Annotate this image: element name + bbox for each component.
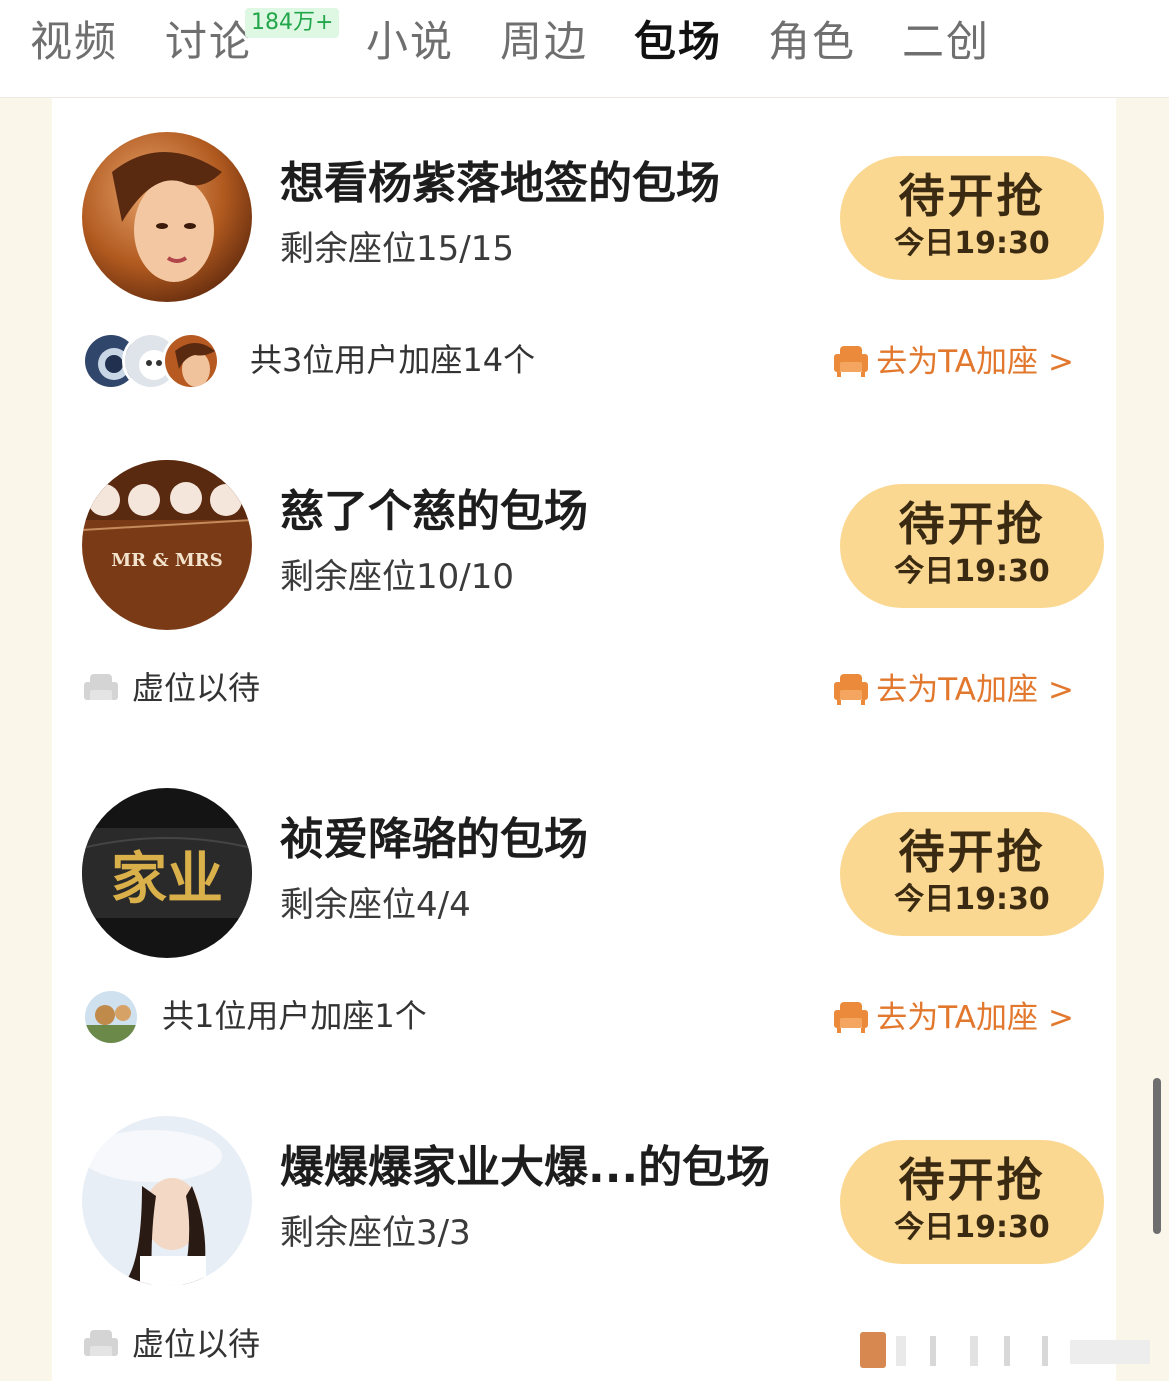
item-footer: 共1位用户加座1个 去为TA加座 > <box>82 984 1092 1054</box>
screening-list: 想看杨紫落地签的包场 剩余座位15/15 待开抢 今日19:30 共3位用户加座… <box>52 98 1116 1381</box>
screening-title: 爆爆爆家业大爆...的包场 <box>280 1142 771 1193</box>
chevron-right-icon: > <box>1048 1000 1074 1036</box>
seat-add-summary: 虚位以待 <box>132 669 261 707</box>
add-seat-label: 去为TA加座 <box>876 344 1039 380</box>
grab-seat-button[interactable]: 待开抢 今日19:30 <box>840 484 1104 608</box>
partial-add-seat-link <box>860 1332 1150 1368</box>
add-seat-label: 去为TA加座 <box>876 672 1039 708</box>
add-seat-link[interactable]: 去为TA加座 > <box>832 668 1074 712</box>
screening-title: 慈了个慈的包场 <box>280 486 588 537</box>
grab-seat-button[interactable]: 待开抢 今日19:30 <box>840 1140 1104 1264</box>
sofa-icon <box>834 346 869 377</box>
tab-novel[interactable]: 小说 <box>366 14 454 70</box>
start-time-label: 今日19:30 <box>894 226 1050 261</box>
remaining-seats: 剩余座位4/4 <box>280 885 471 925</box>
host-avatar[interactable] <box>82 132 252 302</box>
remaining-seats: 剩余座位10/10 <box>280 557 514 597</box>
add-seat-label: 去为TA加座 <box>876 1000 1039 1036</box>
sofa-icon <box>84 674 118 700</box>
start-time-label: 今日19:30 <box>894 882 1050 917</box>
scrollbar-thumb[interactable] <box>1153 1078 1161 1234</box>
grab-status-label: 待开抢 <box>898 497 1046 551</box>
tab-fan-creations[interactable]: 二创 <box>902 14 990 70</box>
list-item[interactable]: MR & MRS 慈了个慈的包场 剩余座位10/10 待开抢 今日19:30 虚… <box>52 426 1116 754</box>
host-avatar[interactable]: MR & MRS <box>82 460 252 630</box>
remaining-seats: 剩余座位15/15 <box>280 229 514 269</box>
seat-add-summary: 共1位用户加座1个 <box>162 997 427 1035</box>
tab-discussion[interactable]: 讨论 <box>165 14 253 70</box>
grab-status-label: 待开抢 <box>898 169 1046 223</box>
seat-add-summary: 共3位用户加座14个 <box>250 341 536 379</box>
grab-status-label: 待开抢 <box>898 825 1046 879</box>
tab-video[interactable]: 视频 <box>30 14 118 70</box>
start-time-label: 今日19:30 <box>894 554 1050 589</box>
grab-seat-button[interactable]: 待开抢 今日19:30 <box>840 156 1104 280</box>
chevron-right-icon: > <box>1048 672 1074 708</box>
list-item[interactable]: 家业 祯爱降骆的包场 剩余座位4/4 待开抢 今日19:30 共1位用户加座1个… <box>52 754 1116 1082</box>
avatar <box>82 988 140 1046</box>
item-footer: 共3位用户加座14个 去为TA加座 > <box>82 328 1092 398</box>
sofa-icon <box>834 1002 869 1033</box>
screening-title: 想看杨紫落地签的包场 <box>280 158 720 209</box>
category-tab-bar: 视频 讨论 184万+ 小说 周边 包场 角色 二创 <box>0 0 1169 98</box>
add-seat-link[interactable]: 去为TA加座 > <box>832 996 1074 1040</box>
add-seat-link[interactable]: 去为TA加座 > <box>832 340 1074 384</box>
remaining-seats: 剩余座位3/3 <box>280 1213 471 1253</box>
sofa-icon <box>84 1330 118 1356</box>
tab-characters[interactable]: 角色 <box>768 14 856 70</box>
discussion-count-badge: 184万+ <box>245 8 340 38</box>
avatar-caption: MR & MRS <box>111 550 223 571</box>
seat-add-summary: 虚位以待 <box>132 1325 261 1363</box>
grab-seat-button[interactable]: 待开抢 今日19:30 <box>840 812 1104 936</box>
list-item[interactable]: 想看杨紫落地签的包场 剩余座位15/15 待开抢 今日19:30 共3位用户加座… <box>52 98 1116 426</box>
avatar <box>162 332 220 390</box>
item-footer: 虚位以待 去为TA加座 > <box>82 656 1092 726</box>
host-avatar[interactable]: 家业 <box>82 788 252 958</box>
screening-title: 祯爱降骆的包场 <box>280 814 588 865</box>
host-avatar[interactable] <box>82 1116 252 1286</box>
chevron-right-icon: > <box>1048 344 1074 380</box>
grab-status-label: 待开抢 <box>898 1153 1046 1207</box>
tab-private-screening[interactable]: 包场 <box>634 14 722 70</box>
tab-merch[interactable]: 周边 <box>500 14 588 70</box>
sofa-icon <box>834 674 869 705</box>
avatar-caption: 家业 <box>111 846 223 912</box>
start-time-label: 今日19:30 <box>894 1210 1050 1245</box>
